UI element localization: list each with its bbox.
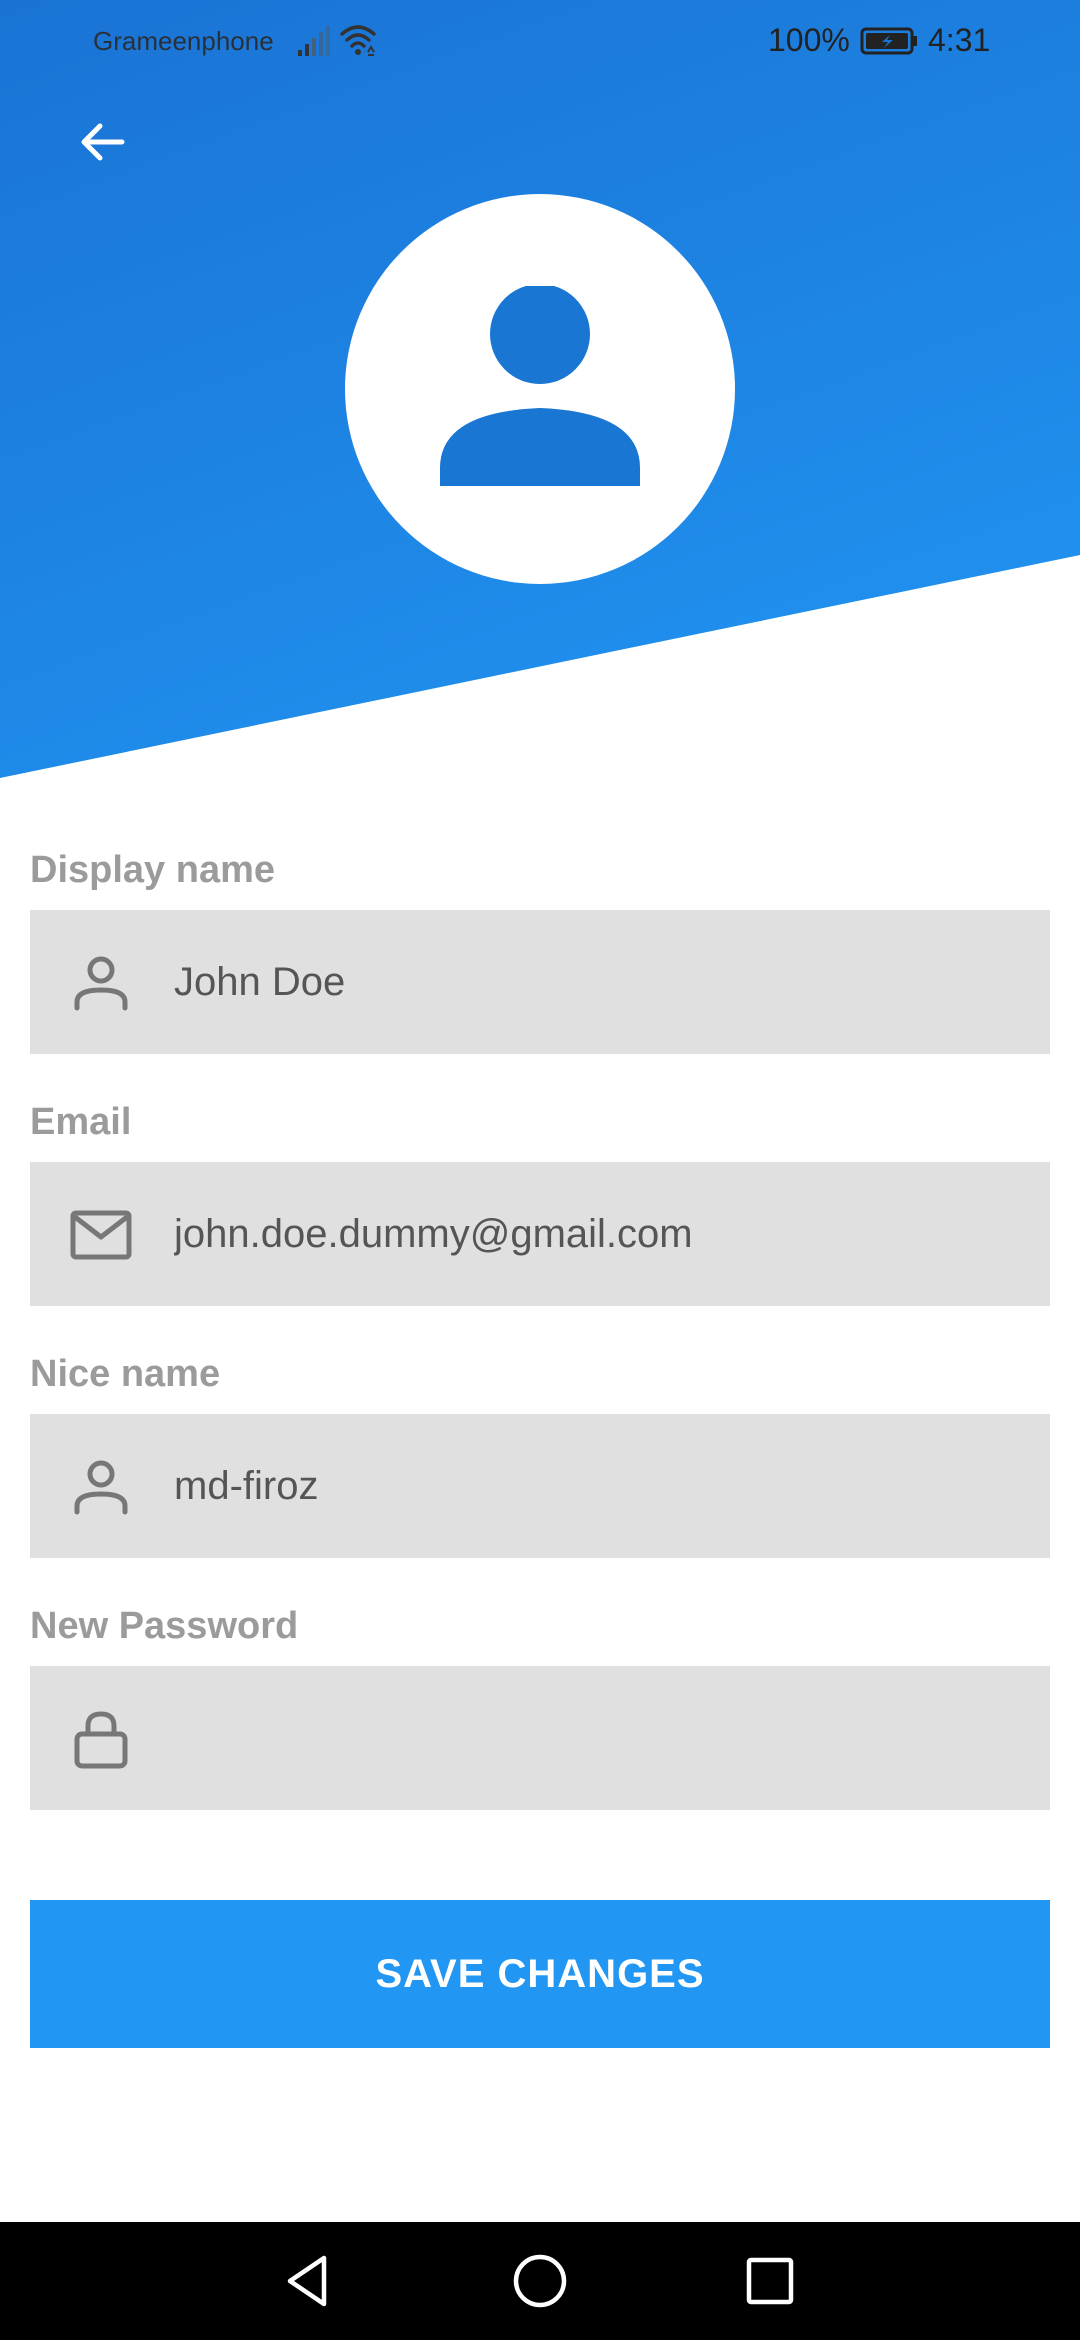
email-field: Email [30,1092,1050,1306]
signal-icon [298,26,330,56]
battery-charging-icon [860,27,917,55]
email-input-box[interactable] [30,1162,1050,1306]
avatar[interactable] [345,194,735,584]
back-button[interactable] [70,110,134,174]
person-outline-icon [74,1460,128,1515]
new-password-input[interactable] [174,1666,1024,1810]
email-input[interactable] [174,1162,1024,1306]
email-label: Email [30,1101,132,1143]
home-circle-icon[interactable] [509,2250,571,2312]
display-name-input-box[interactable] [30,910,1050,1054]
new-password-field: New Password [30,1596,1050,1810]
profile-form: Display name Email Nice name [30,840,1050,1848]
wifi-icon [340,25,376,56]
display-name-field: Display name [30,840,1050,1054]
display-name-label: Display name [30,849,275,891]
new-password-input-box[interactable] [30,1666,1050,1810]
new-password-label: New Password [30,1605,299,1647]
back-triangle-icon[interactable] [278,2250,340,2312]
nice-name-label: Nice name [30,1353,221,1395]
person-icon [440,286,640,486]
lock-icon [74,1711,128,1769]
display-name-input[interactable] [174,910,1024,1054]
carrier-name: Grameenphone [93,26,274,56]
person-outline-icon [74,956,128,1011]
nice-name-field: Nice name [30,1344,1050,1558]
nice-name-input-box[interactable] [30,1414,1050,1558]
status-bar: Grameenphone 100% 4:31 [0,0,1080,86]
battery-percent: 100% [768,22,850,58]
nice-name-input[interactable] [174,1414,1024,1558]
arrow-left-icon [81,123,125,161]
system-navigation-bar [0,2222,1080,2340]
save-changes-button[interactable]: SAVE CHANGES [30,1900,1050,2048]
recents-square-icon[interactable] [739,2250,801,2312]
mail-icon [70,1210,132,1260]
clock: 4:31 [928,22,991,58]
